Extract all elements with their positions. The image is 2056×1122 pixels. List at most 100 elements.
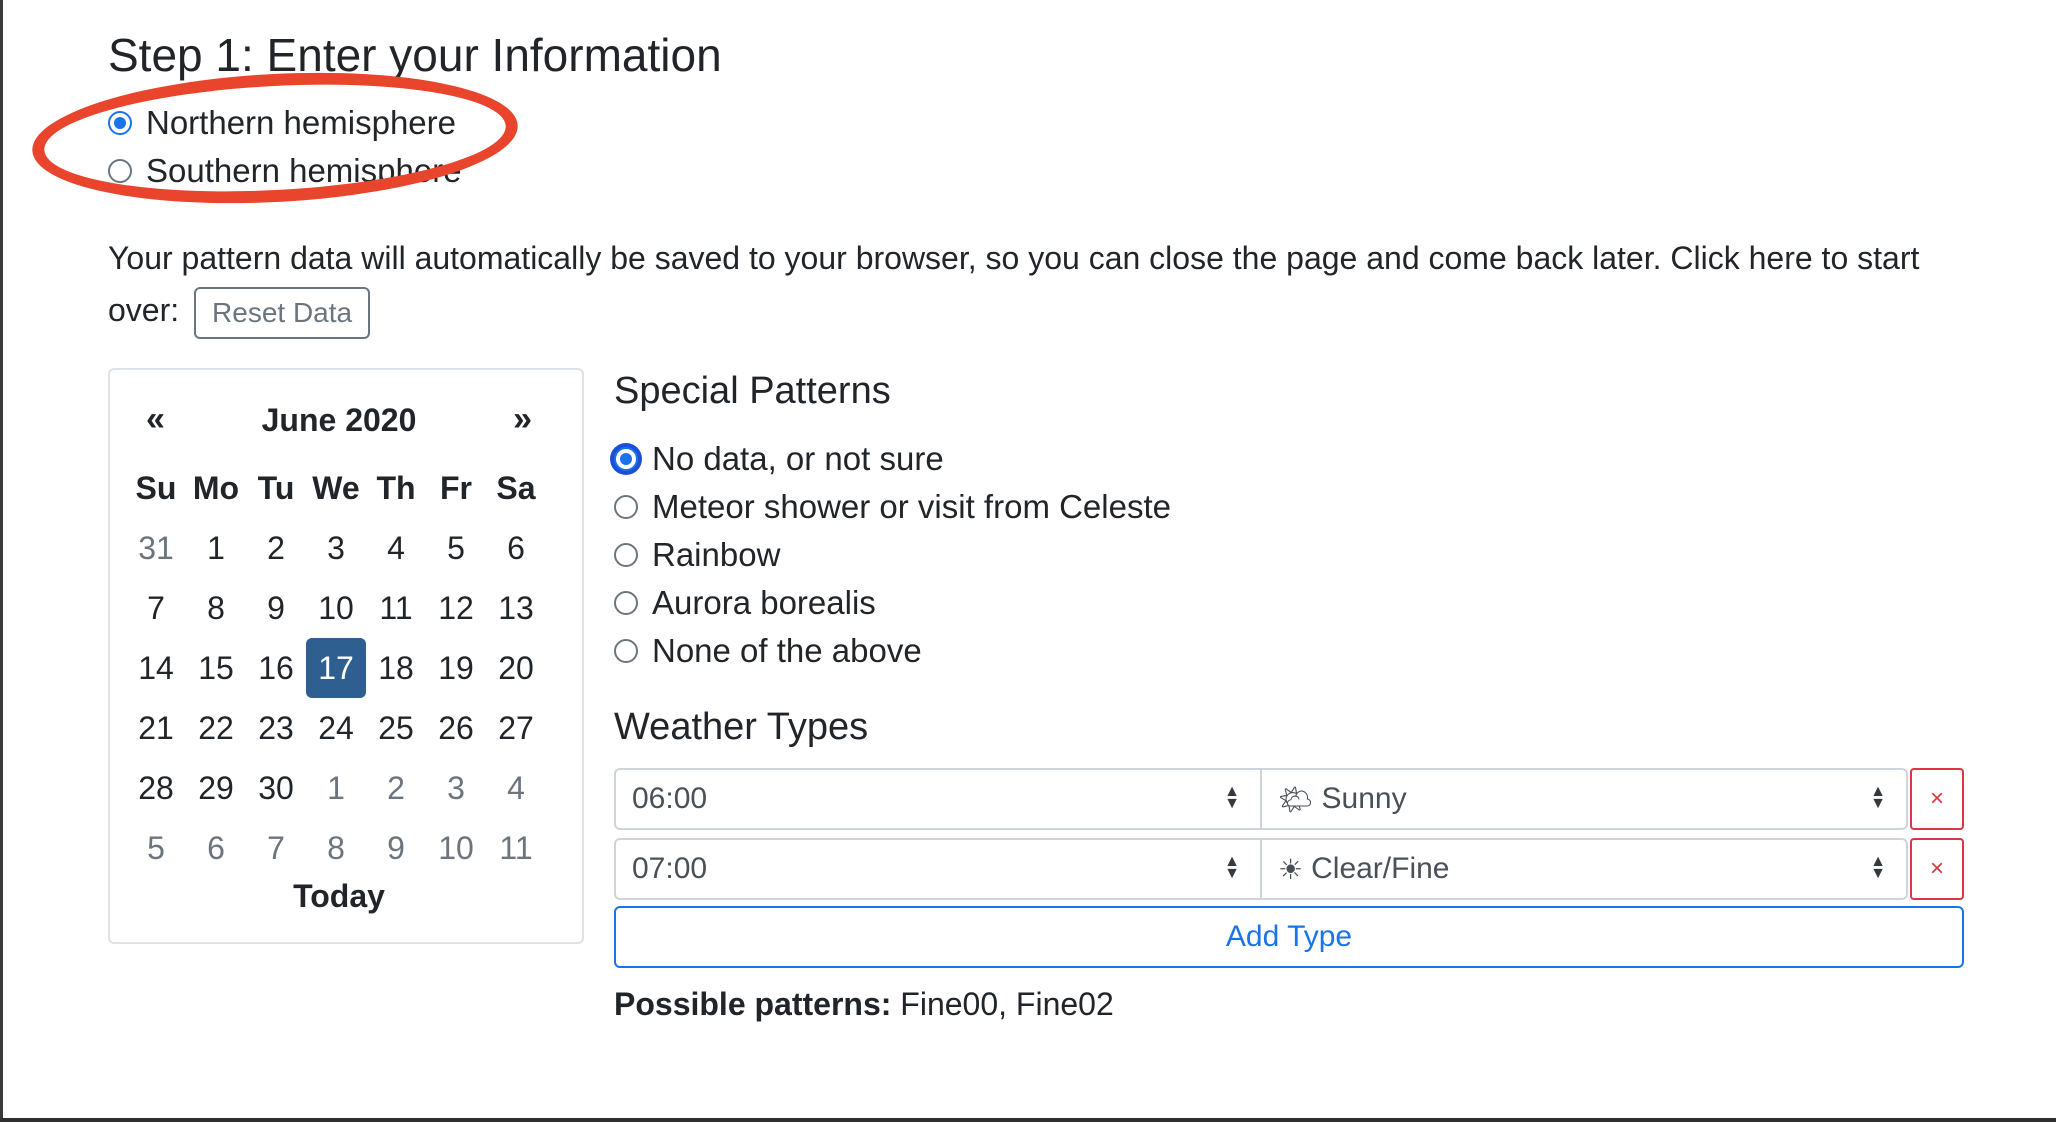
- meteor-radio[interactable]: [614, 495, 638, 519]
- weather-row: 06:00 ▲ ▼ 🌤 Sunny ▲ ▼ ×: [614, 768, 1964, 830]
- add-type-button[interactable]: Add Type: [614, 906, 1964, 968]
- none-radio[interactable]: [614, 639, 638, 663]
- pattern-option-aurora[interactable]: Aurora borealis: [614, 584, 876, 622]
- select-arrows-icon: ▲ ▼: [1224, 853, 1240, 882]
- calendar-day[interactable]: 26: [426, 698, 486, 758]
- no-data-radio[interactable]: [614, 447, 638, 471]
- pattern-option-label: Aurora borealis: [652, 584, 876, 621]
- weekday-header: Fr: [440, 469, 472, 506]
- window-edge-bottom: [0, 1118, 2056, 1122]
- reset-data-button[interactable]: Reset Data: [194, 286, 371, 339]
- date-picker-calendar: « June 2020 » Su Mo Tu We Th Fr Sa 31 1 2 3 4 5 6 7 8 9 1…: [108, 368, 584, 944]
- calendar-day[interactable]: 23: [246, 698, 306, 758]
- weekday-header: Th: [376, 469, 416, 506]
- autosave-info-message: Your pattern data will automatically be …: [108, 240, 1920, 328]
- calendar-day[interactable]: 16: [246, 638, 306, 698]
- calendar-day[interactable]: 3: [426, 758, 486, 818]
- special-patterns-title: Special Patterns: [614, 370, 891, 412]
- pattern-option-label: None of the above: [652, 632, 922, 669]
- calendar-day[interactable]: 25: [366, 698, 426, 758]
- calendar-day[interactable]: 11: [366, 578, 426, 638]
- calendar-day[interactable]: 6: [486, 518, 546, 578]
- calendar-day[interactable]: 1: [306, 758, 366, 818]
- calendar-day[interactable]: 27: [486, 698, 546, 758]
- calendar-day[interactable]: 20: [486, 638, 546, 698]
- calendar-day[interactable]: 9: [246, 578, 306, 638]
- calendar-day[interactable]: 9: [366, 818, 426, 878]
- pattern-option-rainbow[interactable]: Rainbow: [614, 536, 780, 574]
- pattern-option-meteor[interactable]: Meteor shower or visit from Celeste: [614, 488, 1171, 526]
- time-select-value: 06:00: [632, 782, 708, 815]
- select-arrows-icon: ▲ ▼: [1870, 853, 1886, 882]
- pattern-option-label: Meteor shower or visit from Celeste: [652, 488, 1171, 525]
- calendar-day[interactable]: 13: [486, 578, 546, 638]
- calendar-day[interactable]: 29: [186, 758, 246, 818]
- calendar-day[interactable]: 10: [426, 818, 486, 878]
- calendar-day[interactable]: 19: [426, 638, 486, 698]
- aurora-radio[interactable]: [614, 591, 638, 615]
- calendar-day[interactable]: 18: [366, 638, 426, 698]
- weekday-header: Sa: [496, 469, 536, 506]
- calendar-day[interactable]: 7: [126, 578, 186, 638]
- calendar-day[interactable]: 22: [186, 698, 246, 758]
- calendar-day[interactable]: 4: [366, 518, 426, 578]
- weekday-header: Su: [135, 469, 177, 506]
- calendar-day[interactable]: 12: [426, 578, 486, 638]
- possible-patterns-value: Fine00, Fine02: [900, 986, 1114, 1022]
- calendar-day[interactable]: 1: [186, 518, 246, 578]
- calendar-day[interactable]: 24: [306, 698, 366, 758]
- remove-weather-button[interactable]: ×: [1910, 768, 1964, 830]
- calendar-day[interactable]: 5: [426, 518, 486, 578]
- calendar-day[interactable]: 31: [126, 518, 186, 578]
- calendar-day[interactable]: 15: [186, 638, 246, 698]
- calendar-day[interactable]: 8: [306, 818, 366, 878]
- sun-behind-cloud-icon: 🌤: [1278, 783, 1314, 815]
- calendar-header: « June 2020 »: [110, 400, 582, 448]
- calendar-grid: Su Mo Tu We Th Fr Sa 31 1 2 3 4 5 6 7 8 9 10 11 12 13 14 15 16 1…: [126, 458, 546, 878]
- calendar-day[interactable]: 30: [246, 758, 306, 818]
- possible-patterns-label: Possible patterns:: [614, 986, 892, 1022]
- weekday-header: Mo: [192, 469, 240, 506]
- remove-weather-button[interactable]: ×: [1910, 838, 1964, 900]
- select-arrows-icon: ▲ ▼: [1870, 783, 1886, 812]
- pattern-option-none[interactable]: None of the above: [614, 632, 922, 670]
- calendar-day[interactable]: 2: [366, 758, 426, 818]
- calendar-day[interactable]: 14: [126, 638, 186, 698]
- time-select[interactable]: 07:00 ▲ ▼: [614, 838, 1262, 900]
- calendar-month-title[interactable]: June 2020: [110, 402, 582, 439]
- window-edge-left: [0, 0, 3, 1122]
- weather-type-value: Sunny: [1321, 782, 1407, 815]
- next-month-button[interactable]: »: [513, 400, 532, 439]
- calendar-day[interactable]: 28: [126, 758, 186, 818]
- calendar-day[interactable]: 10: [306, 578, 366, 638]
- calendar-day[interactable]: 7: [246, 818, 306, 878]
- calendar-day[interactable]: 11: [486, 818, 546, 878]
- select-arrows-icon: ▲ ▼: [1224, 783, 1240, 812]
- page-title: Step 1: Enter your Information: [108, 29, 722, 81]
- weather-type-select[interactable]: 🌤 Sunny ▲ ▼: [1262, 768, 1908, 830]
- weather-type-value: Clear/Fine: [1311, 852, 1450, 885]
- weekday-header: We: [312, 469, 360, 506]
- calendar-day[interactable]: 5: [126, 818, 186, 878]
- calendar-day[interactable]: 17: [306, 638, 366, 698]
- pattern-option-label: Rainbow: [652, 536, 781, 573]
- sun-icon: ☀: [1278, 853, 1304, 885]
- time-select-value: 07:00: [632, 852, 708, 885]
- calendar-day[interactable]: 21: [126, 698, 186, 758]
- possible-patterns: Possible patterns: Fine00, Fine02: [614, 986, 1114, 1023]
- weekday-header: Tu: [257, 469, 295, 506]
- today-button[interactable]: Today: [110, 878, 582, 915]
- weather-type-select[interactable]: ☀ Clear/Fine ▲ ▼: [1262, 838, 1908, 900]
- calendar-day[interactable]: 8: [186, 578, 246, 638]
- calendar-day[interactable]: 2: [246, 518, 306, 578]
- rainbow-radio[interactable]: [614, 543, 638, 567]
- pattern-option-no-data[interactable]: No data, or not sure: [614, 440, 944, 478]
- weather-types-title: Weather Types: [614, 706, 869, 748]
- calendar-day[interactable]: 6: [186, 818, 246, 878]
- weather-row: 07:00 ▲ ▼ ☀ Clear/Fine ▲ ▼ ×: [614, 838, 1964, 900]
- time-select[interactable]: 06:00 ▲ ▼: [614, 768, 1262, 830]
- calendar-day[interactable]: 3: [306, 518, 366, 578]
- pattern-option-label: No data, or not sure: [652, 440, 944, 477]
- calendar-day[interactable]: 4: [486, 758, 546, 818]
- red-highlight-annotation: [28, 61, 522, 215]
